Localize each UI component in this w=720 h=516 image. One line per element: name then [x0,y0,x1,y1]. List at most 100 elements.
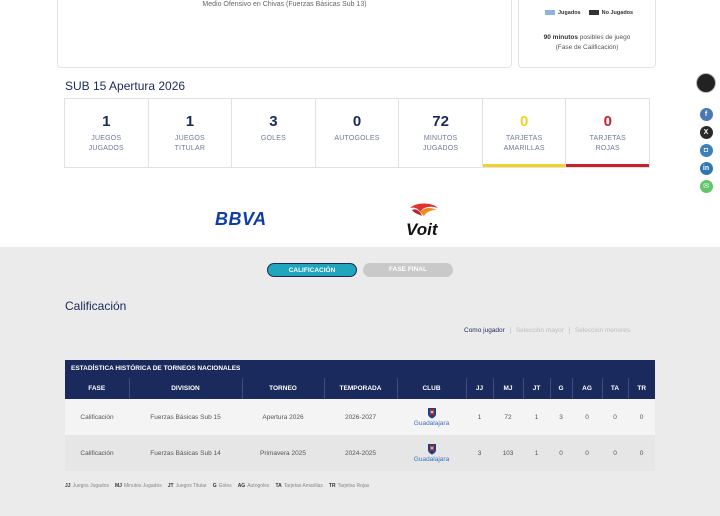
selection-links: Como jugador Selección mayor Selección m… [459,327,635,334]
stat-juegos-titular: 1 JUEGOS TITULAR [149,99,233,167]
cell-jj: 3 [466,435,493,471]
cell-jt: 1 [523,435,550,471]
minutes-card: Jugados No Jugados 90 minutos posibles d… [518,0,656,68]
stat-value: 1 [185,113,195,130]
tournament-stats-table: ESTADÍSTICA HISTÓRICA DE TORNEOS NACIONA… [65,360,655,471]
stat-value: 0 [352,113,362,130]
cell-tr: 0 [628,399,655,435]
bbva-logo[interactable]: BBVA [215,209,267,230]
abbr-item: TA Tarjetas Amarillas [275,483,323,489]
stat-label: MINUTOS JUGADOS [422,135,459,152]
header-jt: JT [523,378,551,399]
stat-value: 0 [603,113,612,130]
cell-fase: Calificación [65,399,129,435]
social-share: f X ◘ in ✉ [696,73,716,193]
season-stats: 1 JUEGOS JUGADOS 1 JUEGOS TITULAR 3 GOLES … [64,98,650,168]
header-division: DIVISION [129,378,243,399]
played-swatch [545,10,555,16]
stat-label: AUTOGOLES [334,135,380,142]
stat-label: JUEGOS JUGADOS [88,135,124,152]
voit-logo[interactable]: Voit [398,202,458,240]
header-jj: JJ [466,378,494,399]
cell-torneo: Primavera 2025 [242,435,324,471]
stat-tarjetas-rojas: 0 TARJETAS ROJAS [566,99,650,167]
stat-autogoles: 0 AUTOGOLES [316,99,400,167]
header-mj: MJ [493,378,524,399]
header-ta: TA [602,378,629,399]
player-position-text: Medio Ofensivo en Chivas (Fuerzas Básica… [202,1,367,8]
legend-not-played: No Jugados [588,10,633,16]
abbr-item: AG Autogoles [237,483,270,489]
stat-value: 0 [520,113,529,130]
red-card-bar [566,164,650,167]
legend-played: Jugados [545,10,581,16]
cell-ta: 0 [602,399,628,435]
cell-ag: 0 [572,399,602,435]
header-ag: AG [572,378,603,399]
club-link[interactable]: Guadalajara [414,456,449,463]
cell-club: Guadalajara [397,435,466,471]
calificacion-title: Calificación [65,299,127,313]
header-temporada: TEMPORADA [324,378,398,399]
table-header-row: FASE DIVISION TORNEO TEMPORADA CLUB JJ M… [65,378,655,399]
cell-jj: 1 [466,399,493,435]
voit-emblem-icon: Voit [406,203,439,239]
x-icon[interactable]: X [699,126,713,139]
table-title: ESTADÍSTICA HISTÓRICA DE TORNEOS NACIONA… [65,360,655,378]
minutes-note: 90 minutos posibles de juego (Fase de Ca… [543,34,631,51]
facebook-icon[interactable]: f [699,108,713,121]
stat-value: 1 [102,113,111,130]
stat-label: GOLES [260,135,286,142]
header-g: G [550,378,573,399]
cell-club: Guadalajara [397,399,466,435]
linkedin-icon[interactable]: in [699,162,713,175]
cell-g: 3 [550,399,572,435]
header-tr: TR [628,378,655,399]
link-seleccion-menores[interactable]: Selección menores [570,327,635,334]
not-played-swatch [588,10,599,16]
abbr-item: G Goles [212,483,232,489]
yellow-card-bar [482,164,566,167]
cell-jt: 1 [523,399,550,435]
instagram-icon[interactable]: ◘ [699,144,713,157]
tab-calificacion[interactable]: CALIFICACIÓN [267,263,357,277]
header-club: CLUB [397,378,467,399]
avatar[interactable] [696,73,716,93]
stat-value: 3 [269,113,278,130]
stat-label: JUEGOS TITULAR [174,135,206,152]
cell-division: Fuerzas Básicas Sub 14 [129,435,242,471]
tab-fase-final[interactable]: FASE FINAL [363,263,453,277]
minutes-legend: Jugados No Jugados [545,10,633,16]
stat-value: 72 [432,113,449,130]
abbr-item: JJ Juegos Jugados [65,483,109,489]
table-row: Calificación Fuerzas Básicas Sub 14 Prim… [65,435,655,471]
header-torneo: TORNEO [242,378,325,399]
club-link[interactable]: Guadalajara [414,420,449,427]
cell-mj: 103 [493,435,523,471]
header-fase: FASE [65,378,130,399]
link-como-jugador[interactable]: Como jugador [459,327,511,334]
chivas-crest-icon[interactable] [427,443,437,455]
abbr-item: JT Juegos Titular [167,483,207,489]
calificacion-section: CALIFICACIÓN FASE FINAL Calificación Com… [0,247,720,516]
cell-temporada: 2026-2027 [324,399,397,435]
stat-goles: 3 GOLES [232,99,316,167]
cell-temporada: 2024-2025 [324,435,397,471]
chivas-crest-icon[interactable] [427,407,437,419]
stat-tarjetas-amarillas: 0 TARJETAS AMARILLAS [482,99,567,167]
cell-mj: 72 [493,399,523,435]
season-title: SUB 15 Apertura 2026 [65,79,186,93]
cell-fase: Calificación [65,435,129,471]
stat-minutos-jugados: 72 MINUTOS JUGADOS [399,99,483,167]
voit-wordmark: Voit [406,220,439,239]
cell-torneo: Apertura 2026 [242,399,324,435]
stat-juegos-jugados: 1 JUEGOS JUGADOS [65,99,149,167]
cell-division: Fuerzas Básicas Sub 15 [129,399,242,435]
email-icon[interactable]: ✉ [699,180,713,193]
link-seleccion-mayor[interactable]: Selección mayor [511,327,570,334]
player-info-card: Medio Ofensivo en Chivas (Fuerzas Básica… [57,0,512,68]
abbr-item: MJ Minutos Jugados [114,483,162,489]
abbreviation-legend: JJ Juegos Jugados MJ Minutos Jugados JT Jue… [65,483,369,489]
stat-label: TARJETAS AMARILLAS [503,135,545,152]
abbr-item: TR Tarjetas Rojas [328,483,370,489]
